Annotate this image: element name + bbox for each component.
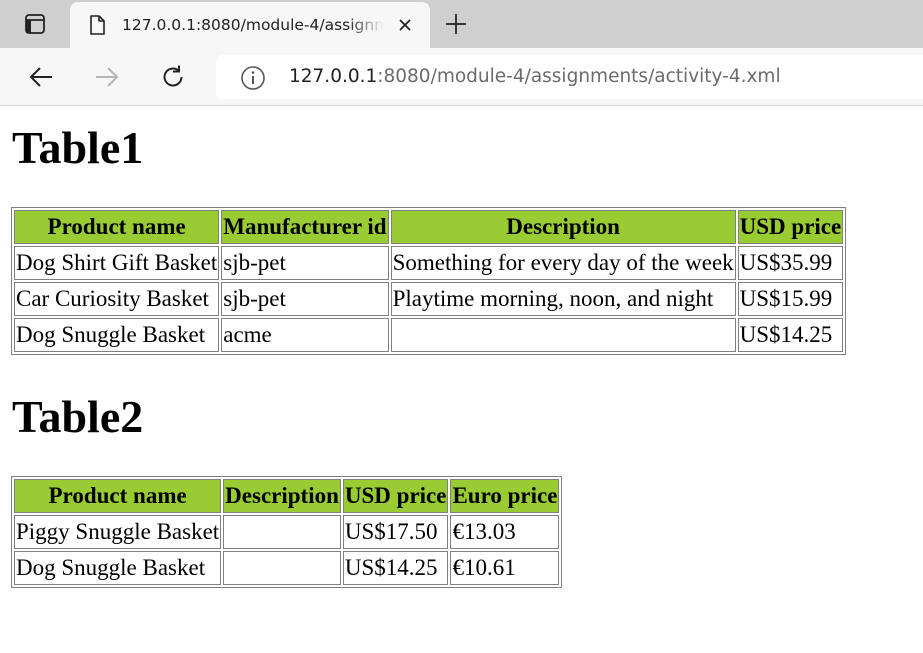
tab-actions-button[interactable] xyxy=(10,8,60,40)
table-cell: acme xyxy=(221,318,389,352)
page-content: Table1 Product name Manufacturer id Desc… xyxy=(0,106,923,653)
refresh-icon xyxy=(163,65,183,87)
table-cell: €13.03 xyxy=(450,515,560,549)
url-path: :8080/module-4/assignments/activity-4.xm… xyxy=(377,66,781,87)
browser-toolbar: 127.0.0.1:8080/module-4/assignments/acti… xyxy=(0,48,923,106)
table-cell xyxy=(223,551,341,585)
table-cell: Dog Shirt Gift Basket xyxy=(14,246,220,280)
table-row: Car Curiosity Basket sjb-pet Playtime mo… xyxy=(14,282,844,316)
tab-title: 127.0.0.1:8080/module-4/assignments/acti… xyxy=(122,16,384,34)
table-cell: Dog Snuggle Basket xyxy=(14,551,222,585)
table-cell: sjb-pet xyxy=(221,246,389,280)
table-cell xyxy=(223,515,341,549)
table-cell: Dog Snuggle Basket xyxy=(14,318,220,352)
table-cell: Something for every day of the week xyxy=(390,246,736,280)
forward-arrow-icon xyxy=(96,67,119,87)
reload-button[interactable] xyxy=(156,60,190,94)
page-icon xyxy=(90,15,105,35)
table-row: Dog Snuggle Basket acme US$14.25 xyxy=(14,318,844,352)
back-arrow-icon xyxy=(29,67,52,87)
table-cell: €10.61 xyxy=(450,551,560,585)
table-cell: US$35.99 xyxy=(737,246,844,280)
column-header: Product name xyxy=(14,210,220,244)
table-row: Dog Snuggle Basket US$14.25 €10.61 xyxy=(14,551,560,585)
table-cell: Playtime morning, noon, and night xyxy=(390,282,736,316)
url-text: 127.0.0.1:8080/module-4/assignments/acti… xyxy=(289,65,781,89)
tab-bar: 127.0.0.1:8080/module-4/assignments/acti… xyxy=(0,0,923,48)
new-tab-button[interactable] xyxy=(440,8,472,40)
forward-button[interactable] xyxy=(90,60,124,94)
column-header: Description xyxy=(390,210,736,244)
column-header: USD price xyxy=(737,210,844,244)
table-cell xyxy=(390,318,736,352)
info-icon[interactable] xyxy=(240,65,266,91)
close-icon xyxy=(399,19,411,31)
table1-heading: Table1 xyxy=(12,122,144,173)
table-row: Dog Shirt Gift Basket sjb-pet Something … xyxy=(14,246,844,280)
table-header-row: Product name Manufacturer id Description… xyxy=(14,210,844,244)
plus-icon xyxy=(446,14,466,34)
url-host: 127.0.0.1 xyxy=(289,66,378,87)
table-cell: US$14.25 xyxy=(342,551,449,585)
column-header: Manufacturer id xyxy=(221,210,389,244)
address-bar[interactable]: 127.0.0.1:8080/module-4/assignments/acti… xyxy=(216,55,923,99)
table-cell: US$15.99 xyxy=(737,282,844,316)
column-header: Product name xyxy=(14,479,222,513)
table1: Product name Manufacturer id Description… xyxy=(11,207,847,355)
table-cell: sjb-pet xyxy=(221,282,389,316)
tab-actions-icon xyxy=(25,14,45,34)
column-header: USD price xyxy=(342,479,449,513)
column-header: Euro price xyxy=(450,479,560,513)
table-cell: Car Curiosity Basket xyxy=(14,282,220,316)
back-button[interactable] xyxy=(24,60,58,94)
table-cell: US$14.25 xyxy=(737,318,844,352)
table2-heading: Table2 xyxy=(12,391,144,442)
close-tab-button[interactable] xyxy=(392,12,418,38)
table-header-row: Product name Description USD price Euro … xyxy=(14,479,560,513)
table-row: Piggy Snuggle Basket US$17.50 €13.03 xyxy=(14,515,560,549)
table2: Product name Description USD price Euro … xyxy=(11,476,563,588)
table-cell: US$17.50 xyxy=(342,515,449,549)
browser-tab[interactable]: 127.0.0.1:8080/module-4/assignments/acti… xyxy=(70,2,430,48)
column-header: Description xyxy=(223,479,341,513)
table-cell: Piggy Snuggle Basket xyxy=(14,515,222,549)
